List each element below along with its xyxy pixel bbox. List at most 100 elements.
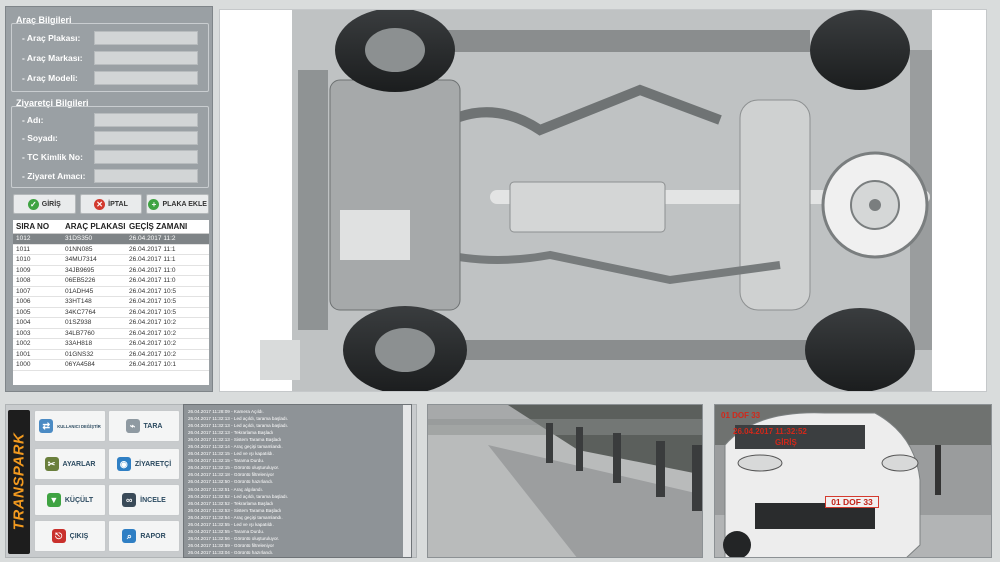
log-scrollbar[interactable]	[403, 405, 411, 557]
table-cell-order: 1003	[16, 329, 31, 337]
visitor-surname-input[interactable]	[94, 131, 198, 145]
scan-icon: ⌁	[125, 419, 140, 433]
scan-button[interactable]: ⌁ TARA	[108, 410, 180, 442]
table-row[interactable]: 1007 01ADH45 26.04.2017 10:5	[13, 287, 209, 297]
exit-label: ÇIKIŞ	[69, 532, 89, 540]
log-line: 26.04.2017 11:32:52 - Led açıldı, tarama…	[188, 493, 289, 499]
table-cell-plate: 33HT148	[65, 298, 92, 306]
vehicle-model-row: - Araç Modeli:	[22, 71, 198, 85]
minimize-button[interactable]: ▼ KÜÇÜLT	[34, 484, 106, 516]
visitor-name-input[interactable]	[94, 113, 198, 127]
table-cell-plate: 01NN085	[65, 245, 93, 253]
event-log[interactable]: 26.04.2017 11:28:09 - Kamera Açıldı. 26.0…	[183, 404, 412, 558]
entry-button-label: GİRİŞ	[41, 200, 61, 208]
add-plate-button[interactable]: + PLAKA EKLE	[146, 194, 210, 214]
table-row[interactable]: 1002 33AH818 26.04.2017 10:2	[13, 339, 209, 350]
vehicle-model-label: - Araç Modeli:	[22, 73, 78, 83]
visitor-id-input[interactable]	[94, 150, 198, 164]
exit-icon: ⎋	[51, 529, 66, 543]
col-header-time[interactable]: GEÇİŞ ZAMANI	[127, 222, 209, 231]
table-cell-order: 1010	[16, 256, 31, 264]
change-user-button[interactable]: ⇄ KULLANICI DEĞİŞTİR	[34, 410, 106, 442]
log-line: 26.04.2017 11:32:55 - Led ve ışı kapatıl…	[188, 521, 274, 527]
visitor-name-row: - Adı:	[22, 113, 198, 127]
exit-button[interactable]: ⎋ ÇIKIŞ	[34, 520, 106, 552]
cancel-button-label: İPTAL	[108, 200, 128, 208]
table-cell-order: 1004	[16, 319, 31, 327]
visitor-surname-row: - Soyadı:	[22, 131, 198, 145]
table-row[interactable]: 1009 34JB9695 26.04.2017 11:0	[13, 266, 209, 276]
plate-cam-plate-overlay: 01 DOF 33	[825, 496, 879, 508]
table-cell-plate: 34JB9695	[65, 266, 95, 274]
report-button[interactable]: ⌕ RAPOR	[108, 520, 180, 552]
table-cell-time: 26.04.2017 10:2	[129, 319, 176, 327]
table-row[interactable]: 1011 01NN085 26.04.2017 11:1	[13, 245, 209, 255]
table-row[interactable]: 1000 06YA4584 26.04.2017 10:1	[13, 360, 209, 371]
log-line: 26.04.2017 11:32:14 - Araç geçişi tamaml…	[188, 444, 283, 450]
table-cell-time: 26.04.2017 10:2	[129, 350, 176, 358]
undercarriage-image	[260, 10, 932, 391]
log-line: 26.04.2017 11:28:09 - Kamera Açıldı.	[188, 409, 264, 414]
table-cell-order: 1002	[16, 340, 31, 348]
table-cell-order: 1008	[16, 277, 31, 285]
binoculars-icon: ∞	[122, 493, 137, 507]
table-row[interactable]: 1006 33HT148 26.04.2017 10:5	[13, 297, 209, 308]
vehicle-model-input[interactable]	[94, 71, 198, 85]
plate-cam-status-overlay: GİRİŞ	[775, 438, 797, 447]
col-header-order[interactable]: SIRA NO	[13, 222, 63, 231]
cancel-icon: ✕	[94, 198, 106, 210]
vehicle-plate-input[interactable]	[94, 31, 198, 45]
table-cell-time: 26.04.2017 11:2	[129, 235, 176, 243]
col-header-plate[interactable]: ARAÇ PLAKASI	[63, 222, 127, 231]
table-cell-order: 1011	[16, 245, 30, 253]
settings-button[interactable]: ✂ AYARLAR	[34, 448, 106, 480]
table-cell-plate: 34LB7760	[65, 329, 95, 337]
table-row[interactable]: 1001 01GNS32 26.04.2017 10:2	[13, 350, 209, 360]
minimize-label: KÜÇÜLT	[64, 496, 94, 504]
table-row[interactable]: 1004 01SZ938 26.04.2017 10:2	[13, 318, 209, 329]
change-user-label: KULLANICI DEĞİŞTİR	[57, 423, 101, 429]
vehicle-plate-label: - Araç Plakası:	[22, 33, 81, 43]
visitor-icon: ◉	[116, 457, 131, 471]
vehicle-info-group: - Araç Plakası: - Araç Markası: - Araç M…	[11, 23, 209, 92]
log-line: 26.04.2017 11:32:52 - Tekrarlama Başladı	[188, 500, 274, 506]
street-camera-view[interactable]	[427, 404, 703, 558]
undercarriage-scan-view[interactable]	[219, 9, 987, 392]
change-user-icon: ⇄	[39, 419, 54, 433]
table-row[interactable]: 1008 06EB5226 26.04.2017 11:0	[13, 276, 209, 287]
table-cell-time: 26.04.2017 10:2	[129, 329, 176, 337]
table-cell-plate: 01GNS32	[65, 350, 94, 358]
table-row[interactable]: 1003 34LB7760 26.04.2017 10:2	[13, 329, 209, 339]
table-row[interactable]: 1012 31DS350 26.04.2017 11:2	[13, 234, 209, 245]
log-line: 26.04.2017 11:32:13 - Led açıldı, tarama…	[188, 423, 289, 429]
table-cell-plate: 06EB5226	[65, 277, 96, 285]
table-cell-order: 1007	[16, 287, 31, 295]
action-buttons: ✓ GİRİŞ ✕ İPTAL + PLAKA EKLE	[13, 194, 210, 214]
log-line: 26.04.2017 11:32:15 - Görüntü oluşturulu…	[188, 465, 280, 471]
log-line: 26.04.2017 11:32:13 - Tekrarlama Başladı	[188, 430, 274, 436]
plate-camera-view[interactable]: 01 DOF 33 26.04.2017 11:32:52 GİRİŞ 01 D…	[714, 404, 992, 558]
visitor-surname-label: - Soyadı:	[22, 133, 58, 143]
log-line: 26.04.2017 11:32:51 - Araç algılandı.	[188, 486, 264, 492]
visitor-button[interactable]: ◉ ZİYARETÇİ	[108, 448, 180, 480]
inspect-button[interactable]: ∞ İNCELE	[108, 484, 180, 516]
visitor-purpose-row: - Ziyaret Amacı:	[22, 169, 198, 183]
table-cell-order: 1009	[16, 266, 31, 274]
table-cell-plate: 01SZ938	[65, 319, 92, 327]
logo-strip: TRANSPARK	[8, 410, 30, 554]
table-cell-order: 1012	[16, 235, 31, 243]
table-row[interactable]: 1010 34MU7314 26.04.2017 11:1	[13, 255, 209, 266]
entry-button[interactable]: ✓ GİRİŞ	[13, 194, 76, 214]
vehicle-brand-input[interactable]	[94, 51, 198, 65]
check-icon: ✓	[27, 198, 39, 210]
table-cell-plate: 34MU7314	[65, 256, 97, 264]
table-cell-time: 26.04.2017 10:5	[129, 298, 176, 306]
visitor-purpose-input[interactable]	[94, 169, 198, 183]
log-line: 26.04.2017 11:32:59 - Görüntü filtreleni…	[188, 542, 274, 548]
passage-table: SIRA NO ARAÇ PLAKASI GEÇİŞ ZAMANI 1012 31…	[13, 220, 209, 385]
vehicle-brand-label: - Araç Markası:	[22, 53, 83, 63]
cancel-button[interactable]: ✕ İPTAL	[79, 194, 143, 214]
table-row[interactable]: 1005 34KC7764 26.04.2017 10:5	[13, 308, 209, 318]
table-cell-time: 26.04.2017 11:1	[129, 245, 176, 253]
add-plate-button-label: PLAKA EKLE	[162, 200, 207, 208]
